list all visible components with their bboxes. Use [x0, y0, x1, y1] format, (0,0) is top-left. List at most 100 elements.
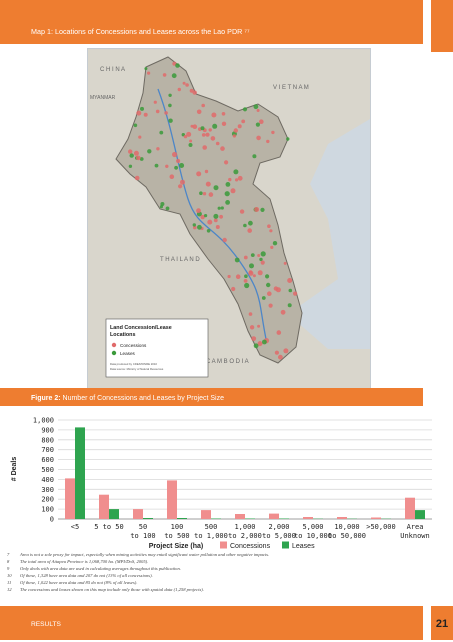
concession-marker: [224, 160, 228, 164]
concession-marker: [136, 111, 141, 116]
concessions-bar: [269, 514, 279, 519]
concession-marker: [211, 136, 216, 141]
x-tick-label: 10,000: [334, 523, 359, 531]
concession-marker: [281, 310, 286, 315]
concession-marker: [284, 262, 287, 265]
concession-marker: [156, 147, 159, 150]
x-tick-label: 1,000: [234, 523, 255, 531]
x-tick-label: Unknown: [400, 532, 430, 540]
concession-marker: [267, 291, 272, 296]
concessions-bar: [405, 498, 415, 519]
concession-marker: [134, 151, 139, 156]
concession-marker: [193, 90, 197, 94]
legend-leases-swatch: [282, 542, 289, 549]
concession-marker: [185, 83, 189, 87]
concession-marker: [220, 146, 225, 151]
x-axis-title: Project Size (ha): [149, 543, 203, 550]
legend-leases-text: Leases: [292, 543, 315, 550]
concession-marker: [216, 142, 220, 146]
concession-marker: [156, 110, 160, 114]
leases-bar: [109, 509, 119, 519]
concession-marker: [222, 112, 226, 116]
x-tick-label: 5 to 50: [94, 523, 124, 531]
lease-marker: [155, 164, 159, 168]
lease-marker: [130, 153, 134, 157]
lease-marker: [197, 225, 202, 230]
lease-marker: [189, 143, 193, 147]
lease-marker: [193, 223, 196, 226]
lease-marker: [244, 274, 248, 278]
lease-marker: [248, 221, 253, 226]
lease-marker: [288, 303, 292, 307]
concession-marker: [219, 215, 223, 219]
lease-marker: [214, 185, 219, 190]
footnote-number: 8: [7, 558, 20, 565]
lease-marker: [168, 104, 172, 108]
lease-marker: [212, 124, 217, 129]
concession-marker: [222, 122, 226, 126]
concession-marker: [250, 325, 254, 329]
lease-marker: [225, 200, 230, 205]
concession-marker: [178, 88, 181, 91]
label-thailand: T H A I L A N D: [160, 257, 200, 263]
concession-marker: [203, 192, 206, 195]
lease-marker: [260, 208, 264, 212]
leases-bar: [75, 427, 85, 519]
concession-marker: [197, 110, 202, 115]
y-tick-label: 800: [41, 436, 54, 444]
concession-marker: [269, 229, 272, 232]
leases-bar: [245, 519, 255, 520]
concession-marker: [163, 73, 167, 77]
lease-marker: [233, 169, 238, 174]
concessions-bar: [201, 510, 211, 519]
concession-marker: [205, 133, 209, 137]
concession-marker: [238, 176, 243, 181]
laos-concessions-map: C H I N A MYANMAR V I E T N A M T H A I …: [87, 48, 371, 389]
lease-marker: [221, 206, 224, 209]
x-tick-label: 500: [205, 523, 218, 531]
x-tick-label: 50: [139, 523, 147, 531]
concession-marker: [251, 336, 256, 341]
lease-marker: [168, 94, 171, 97]
lease-marker: [254, 104, 259, 109]
footnote-text: Only deals with area data are used in ca…: [20, 565, 181, 572]
concessions-bar: [337, 517, 347, 519]
concession-marker: [184, 135, 187, 138]
concession-marker: [257, 254, 260, 257]
concession-marker: [228, 275, 231, 278]
concession-marker: [196, 171, 201, 176]
concession-marker: [234, 128, 238, 132]
concession-marker: [180, 180, 185, 185]
lease-marker: [262, 340, 267, 345]
concession-marker: [257, 109, 260, 112]
bar-chart: 01002003004005006007008009001,000 <55 to…: [0, 412, 453, 552]
lease-marker: [235, 258, 240, 263]
lease-marker: [252, 154, 256, 158]
concession-marker: [266, 140, 269, 143]
label-vietnam: V I E T N A M: [273, 85, 309, 91]
concession-marker: [241, 120, 245, 124]
lease-marker: [286, 137, 289, 140]
legend-leases-dot: [112, 351, 116, 355]
concession-marker: [249, 312, 253, 316]
x-tick-label: to 1,000: [194, 532, 228, 540]
concession-marker: [170, 174, 175, 179]
footnote: 7Area is not a sole proxy for impact, es…: [7, 551, 447, 558]
lease-marker: [204, 214, 207, 217]
lease-marker: [147, 149, 151, 153]
lease-marker: [244, 283, 249, 288]
y-tick-label: 1,000: [33, 417, 54, 425]
x-tick-label: to 500: [164, 532, 189, 540]
concession-marker: [244, 256, 248, 260]
concession-marker: [196, 208, 201, 213]
lease-marker: [251, 253, 255, 257]
y-tick-label: 200: [41, 496, 54, 504]
x-tick-label: >50,000: [366, 523, 396, 531]
leases-bar: [279, 519, 289, 520]
figure-title: Number of Concessions and Leases by Proj…: [63, 395, 224, 402]
concession-marker: [202, 145, 207, 150]
footnote-text: Area is not a sole proxy for impact, esp…: [20, 551, 269, 558]
legend-note-1: Data produced by CDE/MONRE 2010: [110, 362, 157, 366]
lease-marker: [266, 283, 270, 287]
figure-label: Figure 2:: [31, 395, 61, 402]
